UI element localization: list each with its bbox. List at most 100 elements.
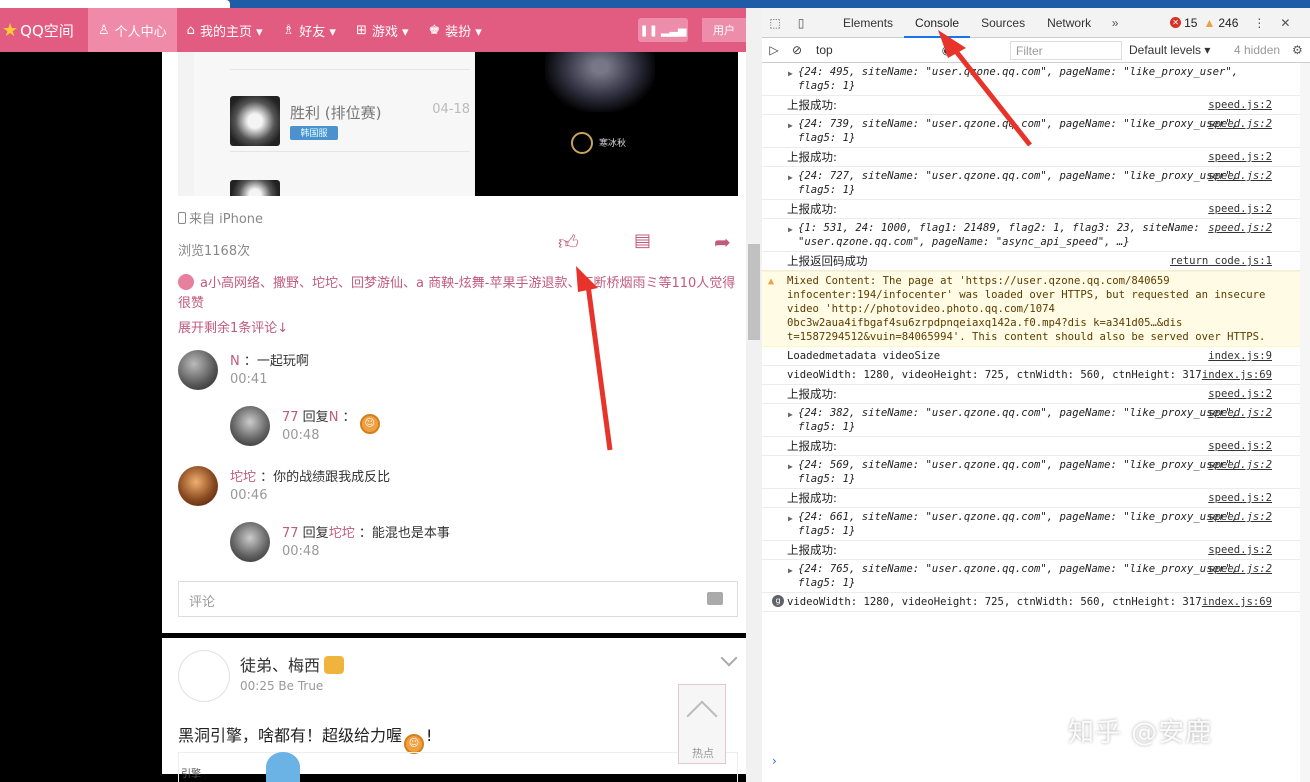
commenter-name[interactable]: 77 bbox=[282, 410, 299, 425]
link-preview[interactable]: 引擎 bbox=[178, 752, 738, 782]
nav-decorate[interactable]: ♚ 装扮 ▾ bbox=[419, 8, 492, 52]
chevron-down-icon[interactable] bbox=[720, 649, 738, 667]
like-names[interactable]: a小高网络、撒野、坨坨、回梦游仙、a 商鞅-炫舞-苹果手游退款、不断桥烟雨ミ等1… bbox=[178, 276, 735, 311]
shirt-icon: ♚ bbox=[428, 22, 441, 38]
comment-icon[interactable]: ▤ bbox=[634, 230, 651, 251]
source-link[interactable]: speed.js:2 bbox=[1208, 387, 1272, 401]
source-link[interactable]: speed.js:2 bbox=[1208, 221, 1272, 235]
music-player-controls[interactable]: ❚❚ ▂▃▅ bbox=[638, 18, 688, 42]
close-icon[interactable]: ✕ bbox=[1272, 16, 1298, 30]
arrow-up-icon bbox=[686, 700, 718, 732]
source-link[interactable]: speed.js:2 bbox=[1208, 510, 1272, 524]
view-count: 浏览1168次 bbox=[178, 244, 251, 259]
friends-icon: ♗ bbox=[282, 22, 295, 38]
source-link[interactable]: speed.js:2 bbox=[1208, 439, 1272, 453]
author-names[interactable]: 徒弟、梅西 bbox=[240, 656, 320, 675]
console-text: {24: 382, siteName: "user.qzone.qq.com",… bbox=[798, 407, 1245, 433]
console-line: ▶ {24: 382, siteName: "user.qzone.qq.com"… bbox=[762, 404, 1310, 437]
source-link[interactable]: index.js:9 bbox=[1208, 349, 1272, 363]
filter-input[interactable]: Filter bbox=[1010, 41, 1122, 60]
nav-my-home[interactable]: ⌂ 我的主页 ▾ bbox=[177, 8, 273, 52]
source-link[interactable]: speed.js:2 bbox=[1208, 202, 1272, 216]
reply-target[interactable]: 坨坨 bbox=[329, 526, 355, 541]
console-line: ▶ {24: 495, siteName: "user.qzone.qq.com"… bbox=[762, 63, 1310, 96]
reply-target[interactable]: N bbox=[329, 410, 339, 425]
expand-triangle-icon[interactable]: ▶ bbox=[788, 223, 793, 237]
avatar[interactable] bbox=[178, 466, 218, 506]
post-video[interactable]: 寒冰秋 bbox=[475, 52, 738, 196]
source-link[interactable]: speed.js:2 bbox=[1208, 117, 1272, 131]
expand-triangle-icon[interactable]: ▶ bbox=[788, 119, 793, 133]
camera-icon[interactable] bbox=[707, 592, 723, 605]
avatar[interactable] bbox=[178, 350, 218, 390]
gear-icon[interactable]: ⚙ bbox=[1292, 43, 1303, 57]
console-scrollbar[interactable] bbox=[1300, 63, 1310, 782]
source-link[interactable]: speed.js:2 bbox=[1208, 543, 1272, 557]
commenter-name[interactable]: N bbox=[230, 354, 240, 369]
issue-counts[interactable]: ✕ 15 ▲ 246 bbox=[1170, 16, 1238, 30]
tab-console[interactable]: Console bbox=[904, 8, 971, 38]
tab-elements[interactable]: Elements bbox=[832, 8, 904, 38]
console-line: ▶ {1: 531, 24: 1000, flag1: 21489, flag2:… bbox=[762, 219, 1310, 252]
expand-triangle-icon[interactable]: ▶ bbox=[788, 408, 793, 422]
scrollbar-thumb[interactable] bbox=[748, 244, 760, 340]
source-link[interactable]: speed.js:2 bbox=[1208, 98, 1272, 112]
expand-triangle-icon[interactable]: ▶ bbox=[788, 512, 793, 526]
source-link[interactable]: speed.js:2 bbox=[1208, 458, 1272, 472]
console-prompt[interactable]: › bbox=[772, 754, 777, 768]
tab-sources[interactable]: Sources bbox=[970, 8, 1036, 38]
user-menu[interactable]: 用户 bbox=[702, 18, 746, 42]
console-log[interactable]: ▶ {24: 495, siteName: "user.qzone.qq.com"… bbox=[762, 63, 1310, 782]
page-scrollbar[interactable] bbox=[746, 8, 762, 782]
expand-triangle-icon[interactable]: ▶ bbox=[788, 460, 793, 474]
thumbs-up-icon[interactable]: 👍︎ bbox=[558, 230, 579, 255]
comment-input[interactable]: 评论 bbox=[178, 581, 738, 617]
sidebar-toggle-icon[interactable]: ▷ bbox=[762, 43, 786, 57]
clear-console-icon[interactable]: ⊘ bbox=[786, 43, 808, 57]
context-selector[interactable]: top bbox=[816, 43, 936, 57]
tab-network[interactable]: Network bbox=[1036, 8, 1102, 38]
watermark: 知乎 @安鹿 bbox=[1068, 718, 1213, 748]
source-link[interactable]: speed.js:2 bbox=[1208, 406, 1272, 420]
qzone-logo[interactable]: ★ QQ空间 bbox=[0, 20, 88, 41]
console-line: 上报成功: speed.js:2 bbox=[762, 96, 1310, 115]
commenter-name[interactable]: 77 bbox=[282, 526, 299, 541]
source-link[interactable]: return code.js:1 bbox=[1170, 254, 1272, 268]
device-toolbar-icon[interactable]: ▯ bbox=[788, 16, 814, 30]
hot-topics-button[interactable]: 热点 bbox=[678, 684, 726, 764]
match-row bbox=[230, 52, 470, 70]
console-text: videoWidth: 1280, videoHeight: 725, ctnW… bbox=[787, 369, 1202, 381]
home-icon: ⌂ bbox=[186, 22, 195, 38]
expand-triangle-icon[interactable]: ▶ bbox=[788, 171, 793, 185]
volume-bars-icon[interactable]: ▂▃▅ bbox=[661, 24, 686, 37]
more-tabs-icon[interactable]: » bbox=[1102, 16, 1128, 30]
console-text: Loadedmetadata videoSize bbox=[787, 350, 941, 362]
nav-friends[interactable]: ♗ 好友 ▾ bbox=[273, 8, 346, 52]
inspect-element-icon[interactable]: ⬚ bbox=[762, 16, 788, 30]
nav-personal-center[interactable]: ♙ 个人中心 bbox=[88, 8, 177, 52]
source-link[interactable]: speed.js:2 bbox=[1208, 150, 1272, 164]
source-link[interactable]: index.js:69 bbox=[1202, 595, 1272, 609]
match-list-screenshot: 胜利 (排位赛) 04-18 韩国服 bbox=[194, 52, 474, 196]
post-body: 黑洞引擎，啥都有！超级给力喔 bbox=[178, 726, 403, 745]
avatar[interactable] bbox=[230, 522, 270, 562]
log-levels-dropdown[interactable]: Default levels ▾ bbox=[1129, 43, 1210, 57]
pause-icon[interactable]: ❚❚ bbox=[640, 24, 658, 37]
expand-triangle-icon[interactable]: ▶ bbox=[788, 67, 793, 81]
kebab-menu-icon[interactable]: ⋮ bbox=[1246, 16, 1272, 30]
browser-tab[interactable] bbox=[0, 0, 230, 8]
console-line: 上报返回码成功 return code.js:1 bbox=[762, 252, 1310, 271]
share-icon[interactable]: ➦ bbox=[714, 230, 731, 254]
commenter-name[interactable]: 坨坨 bbox=[230, 470, 256, 485]
source-link[interactable]: speed.js:2 bbox=[1208, 491, 1272, 505]
eye-icon[interactable]: ◉ bbox=[936, 43, 958, 57]
expand-comments-link[interactable]: 展开剩余1条评论↓ bbox=[178, 317, 288, 336]
nav-games[interactable]: ⊞ 游戏 ▾ bbox=[346, 8, 419, 52]
avatar[interactable] bbox=[178, 650, 230, 702]
source-link[interactable]: index.js:69 bbox=[1202, 368, 1272, 382]
source-link[interactable]: speed.js:2 bbox=[1208, 169, 1272, 183]
source-link[interactable]: speed.js:2 bbox=[1208, 562, 1272, 576]
expand-triangle-icon[interactable]: ▶ bbox=[788, 564, 793, 578]
avatar[interactable] bbox=[230, 406, 270, 446]
post-image[interactable]: 胜利 (排位赛) 04-18 韩国服 寒冰秋 bbox=[178, 52, 738, 196]
